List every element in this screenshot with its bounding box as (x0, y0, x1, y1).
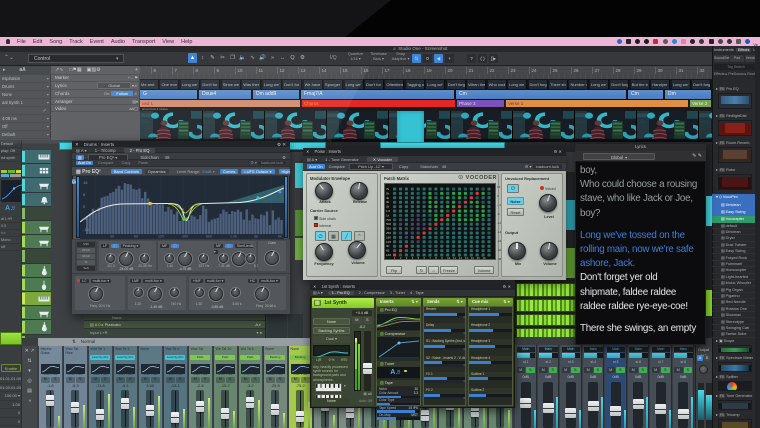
svg-text:90: 90 (386, 244, 390, 248)
svg-text:30: 30 (110, 235, 114, 239)
svg-text:1.2k: 1.2k (230, 235, 237, 239)
svg-text:1.5: 1.5 (386, 209, 391, 213)
svg-text:300: 300 (182, 235, 188, 239)
svg-text:16: 16 (83, 180, 88, 185)
svg-text:600: 600 (206, 235, 212, 239)
svg-text:500: 500 (386, 222, 391, 226)
svg-text:-16: -16 (83, 227, 90, 232)
svg-text:10: 10 (447, 256, 451, 260)
svg-text:125: 125 (386, 240, 391, 244)
svg-text:1k: 1k (386, 213, 390, 217)
svg-text:120: 120 (158, 235, 164, 239)
svg-text:16: 16 (483, 256, 487, 260)
svg-text:7k: 7k (386, 187, 390, 191)
svg-text:65: 65 (386, 249, 390, 253)
svg-text:3k: 3k (386, 200, 390, 204)
svg-text:2k: 2k (386, 205, 390, 209)
svg-text:13: 13 (465, 256, 469, 260)
svg-text:6k: 6k (278, 235, 282, 239)
svg-text:14: 14 (471, 256, 475, 260)
svg-text:60: 60 (134, 235, 138, 239)
svg-text:180: 180 (386, 235, 391, 239)
svg-text:L40: L40 (386, 253, 391, 257)
svg-text:3k: 3k (254, 235, 258, 239)
svg-text:350: 350 (386, 227, 391, 231)
svg-text:4k: 4k (386, 196, 390, 200)
svg-text:15: 15 (477, 256, 481, 260)
svg-text:700: 700 (386, 218, 391, 222)
svg-text:5k: 5k (386, 191, 390, 195)
svg-text:11: 11 (453, 256, 456, 260)
svg-text:250: 250 (386, 231, 391, 235)
svg-text:12: 12 (459, 256, 463, 260)
